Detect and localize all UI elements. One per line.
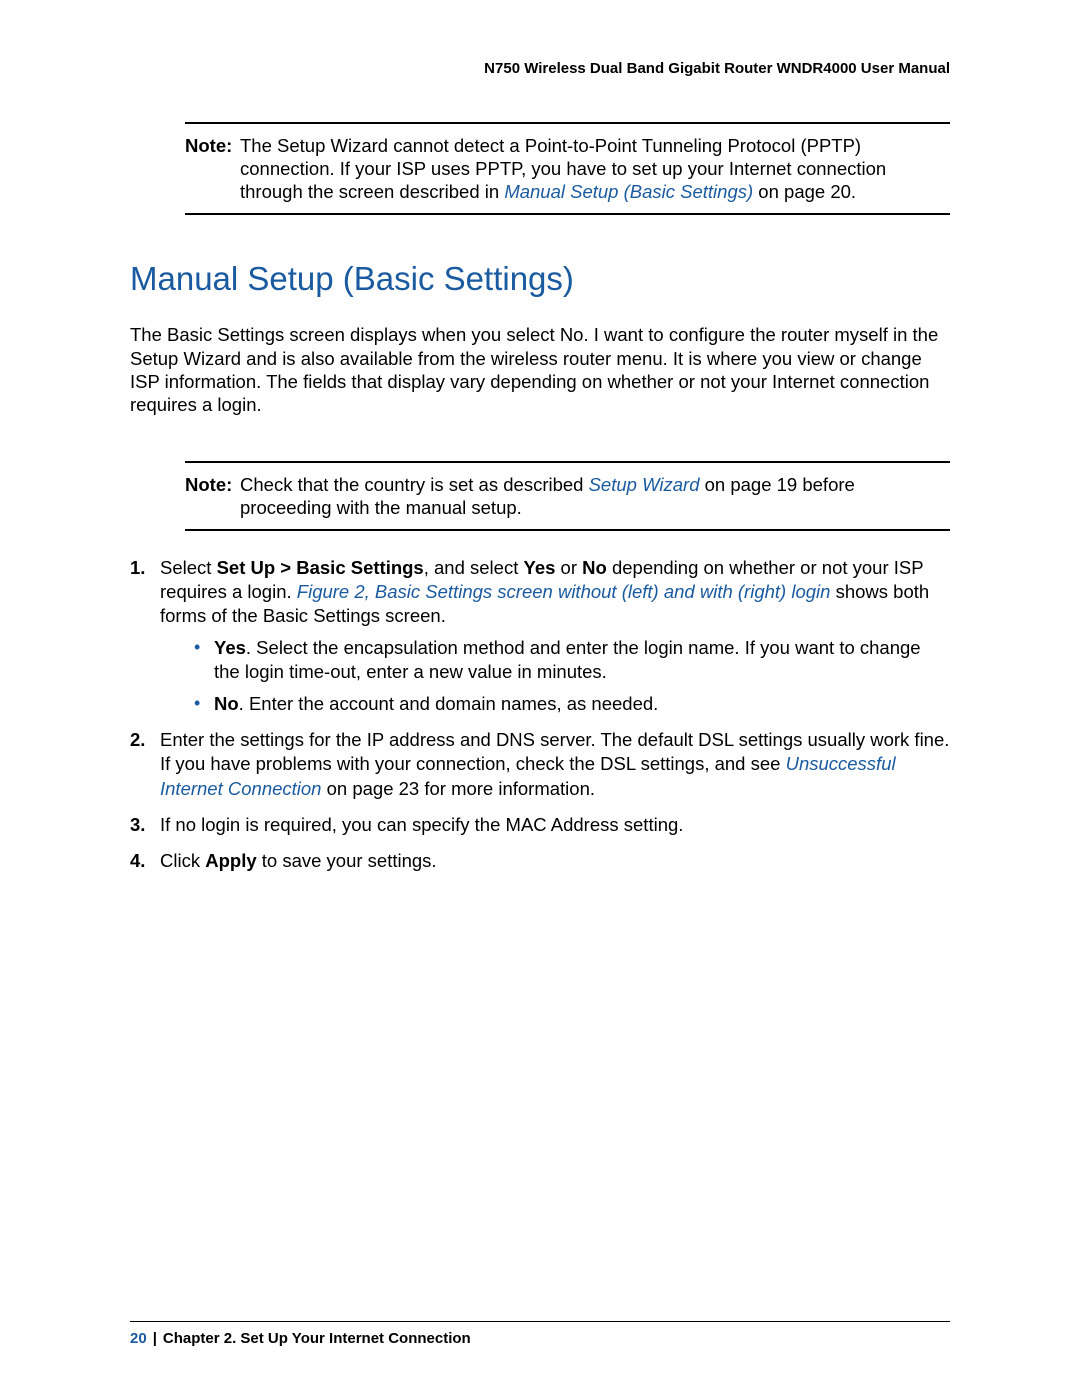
sub-no: No. Enter the account and domain names, … <box>190 692 950 716</box>
separator: | <box>147 1330 163 1347</box>
note-label: Note: <box>185 134 240 203</box>
note-block-2: Note: Check that the country is set as d… <box>185 461 950 531</box>
note-text: Check that the country is set as describ… <box>240 473 950 519</box>
rule <box>185 213 950 215</box>
link-setup-wizard[interactable]: Setup Wizard <box>589 474 700 495</box>
link-figure-2[interactable]: Figure 2, Basic Settings screen without … <box>297 581 831 602</box>
chapter-title: Chapter 2. Set Up Your Internet Connecti… <box>163 1330 471 1347</box>
page-number: 20 <box>130 1330 147 1347</box>
page-header: N750 Wireless Dual Band Gigabit Router W… <box>130 60 950 77</box>
section-heading: Manual Setup (Basic Settings) <box>130 260 950 298</box>
rule <box>130 1321 950 1322</box>
note-text: The Setup Wizard cannot detect a Point-t… <box>240 134 950 203</box>
substeps: Yes. Select the encapsulation method and… <box>190 636 950 716</box>
page-footer: 20|Chapter 2. Set Up Your Internet Conne… <box>130 1321 950 1347</box>
manual-page: N750 Wireless Dual Band Gigabit Router W… <box>0 0 1080 1397</box>
sub-yes: Yes. Select the encapsulation method and… <box>190 636 950 684</box>
step-4: Click Apply to save your settings. <box>130 849 950 873</box>
intro-paragraph: The Basic Settings screen displays when … <box>130 323 950 416</box>
header-title: N750 Wireless Dual Band Gigabit Router W… <box>484 60 950 77</box>
rule <box>185 529 950 531</box>
step-3: If no login is required, you can specify… <box>130 813 950 837</box>
note-block-1: Note: The Setup Wizard cannot detect a P… <box>185 122 950 215</box>
step-2: Enter the settings for the IP address an… <box>130 728 950 800</box>
note-label: Note: <box>185 473 240 519</box>
step-1: Select Set Up > Basic Settings, and sele… <box>130 556 950 716</box>
link-manual-setup[interactable]: Manual Setup (Basic Settings) <box>504 181 753 202</box>
steps-list: Select Set Up > Basic Settings, and sele… <box>130 556 950 873</box>
